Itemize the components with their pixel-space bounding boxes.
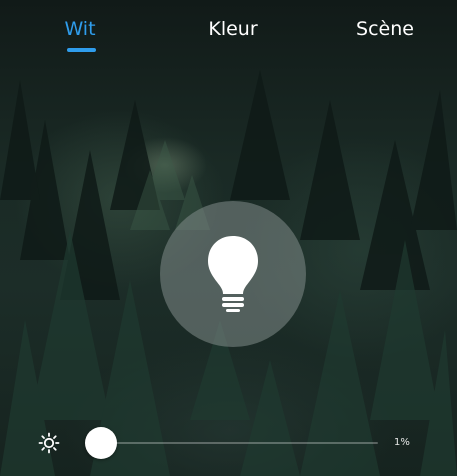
active-tab-indicator (67, 48, 96, 52)
brightness-value: 1% (394, 437, 410, 448)
tab-scene[interactable]: Scène (348, 14, 422, 44)
brightness-slider-thumb[interactable] (84, 427, 117, 459)
sun-icon (38, 432, 60, 454)
light-control-screen: Wit Kleur Scène 1% (0, 0, 457, 476)
tab-wit[interactable]: Wit (50, 14, 110, 44)
tab-kleur[interactable]: Kleur (198, 14, 268, 44)
mode-tabs: Wit Kleur Scène (0, 0, 457, 60)
lightbulb-icon (208, 236, 258, 312)
light-toggle-button[interactable] (160, 201, 306, 347)
brightness-slider-track[interactable] (98, 442, 378, 444)
brightness-slider-row: 1% (0, 420, 457, 470)
